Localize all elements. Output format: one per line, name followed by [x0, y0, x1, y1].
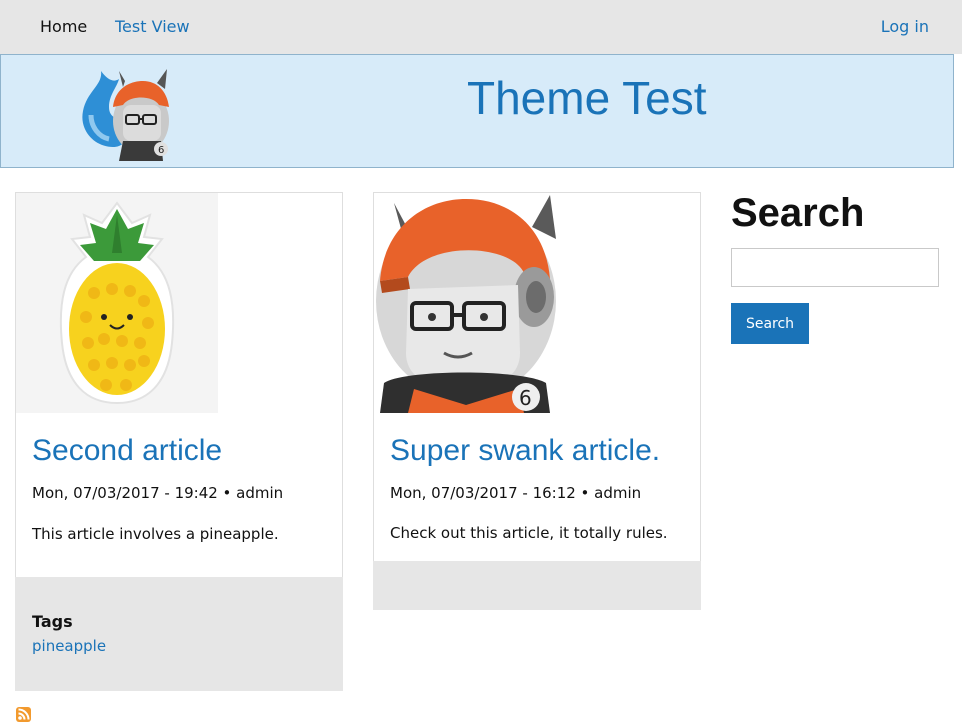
top-navigation: Home Test View Log in [0, 0, 962, 54]
article-footer: Tags pineapple [15, 577, 343, 691]
article-title[interactable]: Second article [32, 433, 222, 469]
article-meta: Mon, 07/03/2017 - 16:12 • admin [390, 484, 642, 502]
rss-glyph [18, 708, 30, 720]
drupal-astronaut-logo-icon: 6 [82, 69, 169, 161]
rss-feed-icon[interactable] [16, 707, 31, 722]
tags-label: Tags [32, 612, 73, 631]
article-body: This article involves a pineapple. [32, 525, 279, 543]
article-image[interactable] [16, 193, 218, 413]
astronaut-image: 6 [376, 195, 556, 413]
site-name[interactable]: Theme Test [467, 71, 706, 125]
article-card: Second article Mon, 07/03/2017 - 19:42 •… [15, 192, 343, 691]
article-image[interactable]: 6 [374, 193, 558, 413]
pineapple-image [59, 201, 175, 405]
search-button[interactable]: Search [731, 303, 809, 344]
nav-login-link[interactable]: Log in [881, 17, 929, 37]
nav-home-link[interactable]: Home [40, 17, 87, 37]
search-input[interactable] [731, 248, 939, 287]
svg-text:6: 6 [158, 145, 164, 156]
site-header: 6 Theme Test [0, 54, 954, 168]
svg-text:6: 6 [519, 386, 532, 410]
nav-test-view-link[interactable]: Test View [115, 17, 190, 37]
tag-link[interactable]: pineapple [32, 637, 106, 655]
article-footer [373, 561, 701, 610]
search-block-title: Search [731, 191, 865, 235]
site-logo[interactable]: 6 [79, 65, 175, 161]
article-body: Check out this article, it totally rules… [390, 524, 668, 542]
article-title[interactable]: Super swank article. [390, 433, 660, 469]
article-card: 6 Super swank article. Mon, 07/03/2017 -… [373, 192, 701, 610]
article-meta: Mon, 07/03/2017 - 19:42 • admin [32, 484, 284, 502]
